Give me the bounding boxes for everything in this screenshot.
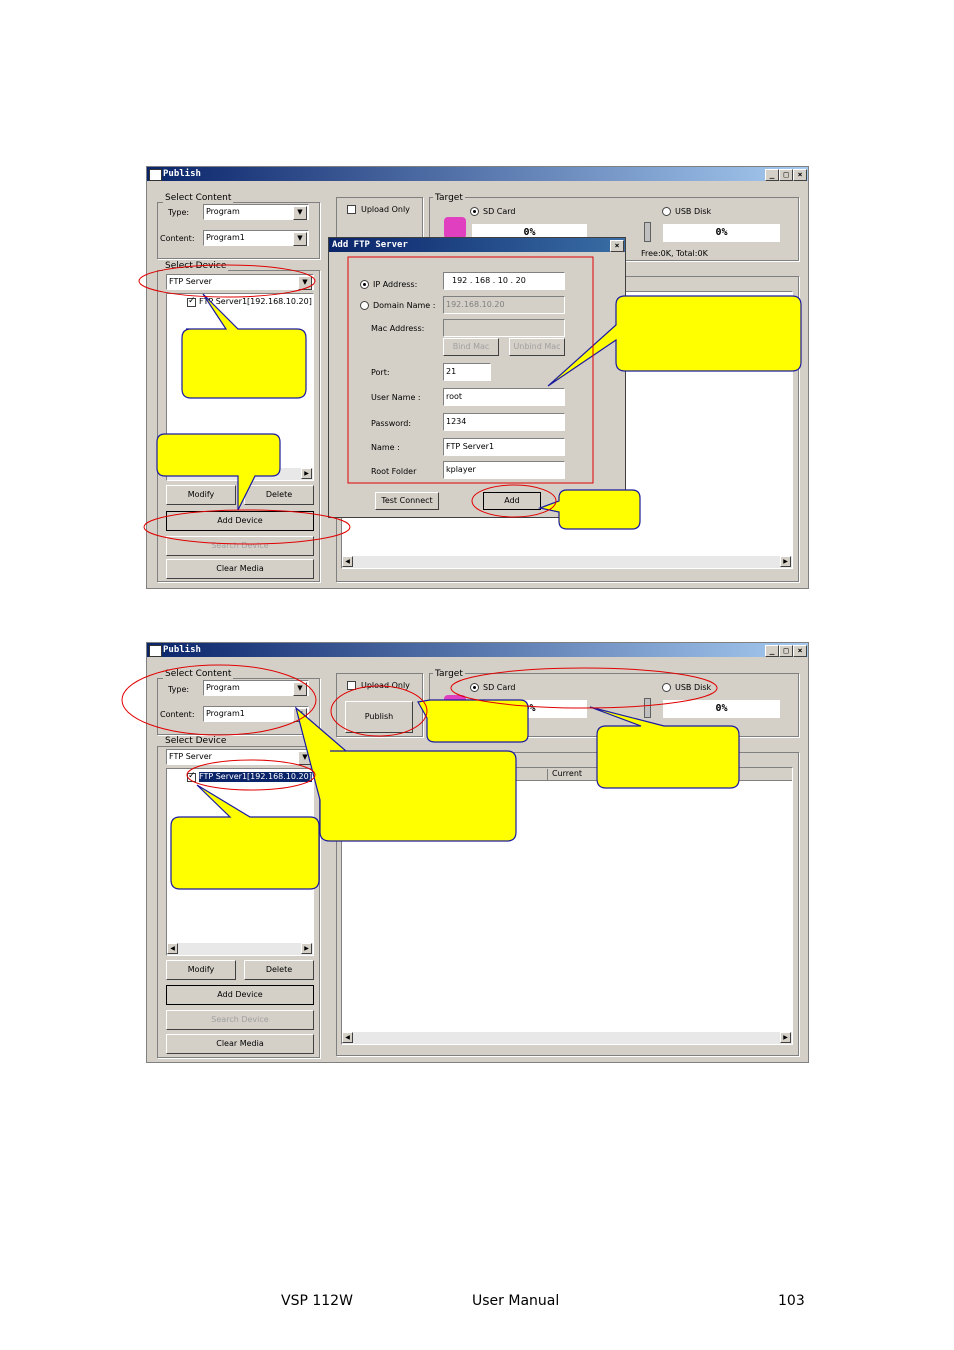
callout-add-device <box>156 433 281 511</box>
footer-manual: User Manual <box>472 1293 560 1309</box>
callout-device-type <box>181 293 307 399</box>
highlight-select-content <box>121 664 317 736</box>
highlight-target <box>450 667 718 709</box>
callout-device-select <box>170 784 320 890</box>
callout-dialog-fields <box>547 295 802 387</box>
highlight-add-device <box>143 509 351 545</box>
annotation-overlay <box>121 256 802 890</box>
highlight-dialog-fields <box>347 256 594 484</box>
footer-product: VSP 112W <box>281 1293 353 1309</box>
highlight-add-button <box>471 484 557 518</box>
callout-target <box>589 706 740 789</box>
highlight-device-type <box>138 264 316 298</box>
footer-page-number: 103 <box>778 1293 805 1309</box>
highlight-device-item <box>186 759 316 791</box>
callout-publish <box>417 699 529 743</box>
callout-add-button <box>537 489 641 530</box>
highlight-publish <box>330 685 428 737</box>
